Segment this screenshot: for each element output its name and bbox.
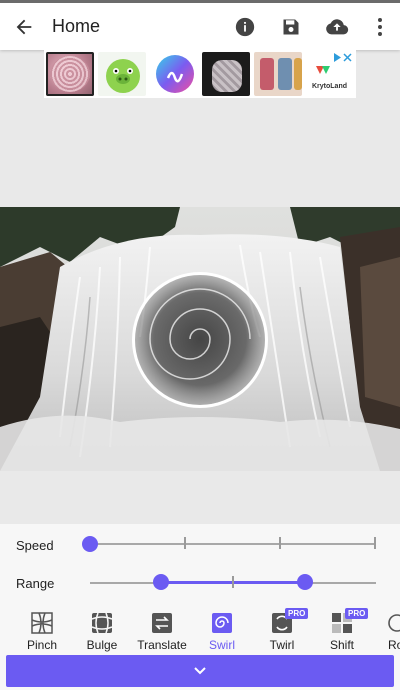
info-icon <box>235 17 255 36</box>
pro-badge: PRO <box>345 608 369 619</box>
chevron-down-icon <box>194 667 206 675</box>
range-label: Range <box>16 576 55 591</box>
ad-brand-text: KrytoLand <box>312 83 347 90</box>
speed-label: Speed <box>16 538 54 553</box>
range-slider-thumb-low[interactable] <box>153 574 169 590</box>
bulge-icon <box>91 612 113 634</box>
swirl-icon <box>212 613 232 633</box>
speed-slider-tick <box>374 537 376 549</box>
ad-thumb-knit-case[interactable] <box>202 52 250 96</box>
tool-shift[interactable]: PRO Shift <box>312 608 372 654</box>
pro-badge: PRO <box>285 608 309 619</box>
tool-label: Swirl <box>209 638 235 652</box>
shift-icon-wrap: PRO <box>331 608 369 634</box>
info-button[interactable] <box>222 5 268 49</box>
ad-thumb-krytoland[interactable]: KrytoLand <box>306 52 354 96</box>
ad-thumb-musically-app[interactable] <box>150 52 198 96</box>
music-note-icon <box>166 71 184 83</box>
tool-label: Bulge <box>86 638 118 652</box>
back-button[interactable] <box>2 5 46 49</box>
collapse-panel-button[interactable] <box>6 655 394 687</box>
pinch-icon <box>31 612 53 634</box>
speed-slider-track[interactable] <box>90 543 376 545</box>
tool-label: Ro <box>388 638 400 652</box>
upload-button[interactable] <box>314 5 360 49</box>
page-title: Home <box>52 16 101 36</box>
range-slider-thumb-high[interactable] <box>297 574 313 590</box>
effect-tools-bar: Pinch Bulge Translate Swirl PRO Twirl PR… <box>0 608 400 654</box>
arrow-left-icon <box>16 19 32 34</box>
tool-label: Pinch <box>26 638 58 652</box>
more-menu-button[interactable] <box>360 5 400 49</box>
editor-canvas[interactable] <box>0 98 400 524</box>
twirl-icon-wrap: PRO <box>271 608 309 634</box>
tool-label: Shift <box>329 638 354 652</box>
ad-thumb-glitter-case[interactable] <box>46 52 94 96</box>
swirl-area-handle[interactable] <box>132 272 268 408</box>
ad-thumb-pig-app[interactable] <box>98 52 146 96</box>
tool-swirl[interactable]: Swirl <box>192 610 252 654</box>
save-button[interactable] <box>268 5 314 49</box>
tool-rotate[interactable]: Ro <box>372 610 400 654</box>
ad-banner[interactable]: KrytoLand <box>44 50 356 98</box>
tool-bulge[interactable]: Bulge <box>72 610 132 654</box>
range-slider-tick <box>232 576 234 588</box>
effect-controls-panel: Speed Range Pinch Bulge Translate Swirl … <box>0 524 400 690</box>
tool-label: Translate <box>137 638 187 652</box>
cloud-upload-icon <box>326 18 349 34</box>
tool-label: Twirl <box>269 638 295 652</box>
speed-slider-tick <box>184 537 186 549</box>
top-app-bar: Home <box>0 0 400 50</box>
rotate-icon <box>388 614 400 632</box>
tool-translate[interactable]: Translate <box>132 610 192 654</box>
more-vert-icon <box>378 17 382 36</box>
speed-slider-tick <box>279 537 281 549</box>
ad-thumb-floral-case[interactable] <box>254 52 302 96</box>
speed-slider-thumb[interactable] <box>82 536 98 552</box>
save-icon <box>283 19 299 34</box>
translate-icon <box>152 613 172 633</box>
tool-twirl[interactable]: PRO Twirl <box>252 608 312 654</box>
tool-pinch[interactable]: Pinch <box>12 610 72 654</box>
pig-app-icon <box>106 59 140 93</box>
